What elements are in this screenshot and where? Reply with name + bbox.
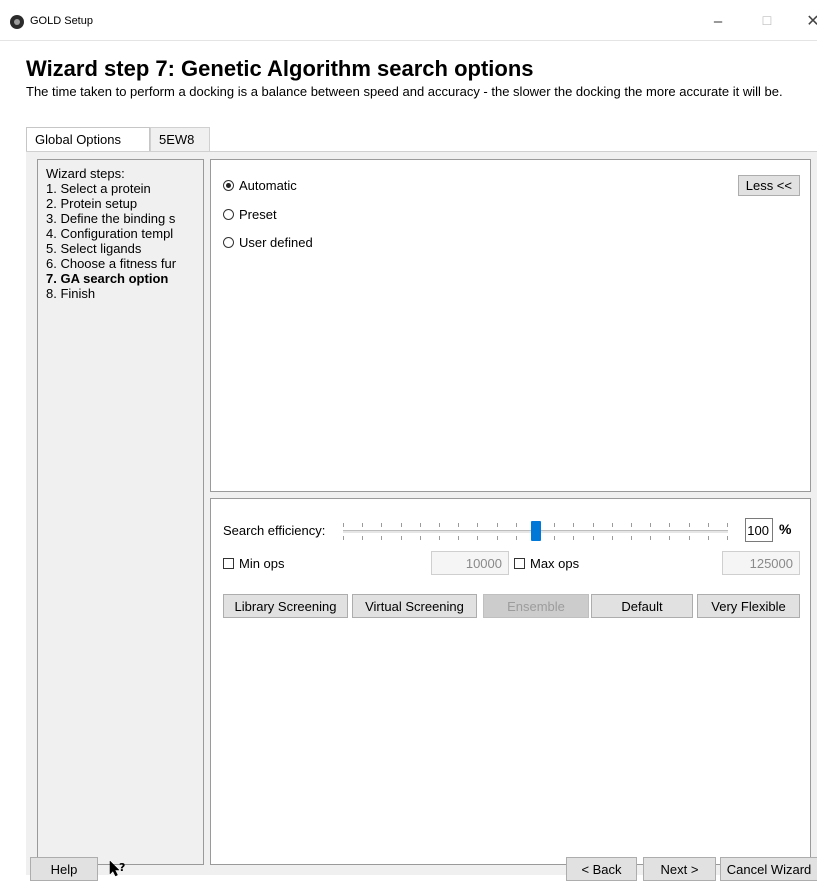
slider-tick xyxy=(650,523,651,527)
wizard-steps-heading: Wizard steps: xyxy=(46,166,125,181)
slider-tick xyxy=(573,536,574,540)
slider-tick xyxy=(708,523,709,527)
gold-app-icon xyxy=(10,15,24,29)
min-ops-label: Min ops xyxy=(239,555,285,571)
slider-tick xyxy=(343,523,344,527)
slider-tick xyxy=(612,536,613,540)
ga-options-panel: Automatic Preset User defined Less << xyxy=(210,159,811,492)
slider-tick xyxy=(554,523,555,527)
slider-tick xyxy=(362,536,363,540)
min-ops-checkbox[interactable]: Min ops xyxy=(223,554,285,572)
radio-user-defined-label: User defined xyxy=(239,234,313,250)
wizard-step-6: 6. Choose a fitness fur xyxy=(46,256,177,271)
slider-tick xyxy=(381,523,382,527)
window-title: GOLD Setup xyxy=(30,15,93,27)
slider-tick xyxy=(497,523,498,527)
slider-tick xyxy=(343,536,344,540)
wizard-step-1: 1. Select a protein xyxy=(46,181,151,196)
slider-tick xyxy=(727,536,728,540)
radio-checked-icon xyxy=(223,179,234,191)
slider-tick xyxy=(381,536,382,540)
slider-tick xyxy=(650,536,651,540)
slider-tick xyxy=(612,523,613,527)
wizard-step-7-current: 7. GA search option xyxy=(46,271,169,286)
wizard-step-5: 5. Select ligands xyxy=(46,241,142,256)
tab-5ew8[interactable]: 5EW8 xyxy=(150,127,210,151)
radio-user-defined[interactable]: User defined xyxy=(223,233,313,251)
slider-tick xyxy=(669,536,670,540)
search-efficiency-panel: Search efficiency: 100 % Min ops 10000 M… xyxy=(210,498,811,865)
slider-tick xyxy=(458,523,459,527)
next-button[interactable]: Next > xyxy=(643,857,716,881)
max-ops-label: Max ops xyxy=(530,555,580,571)
default-button[interactable]: Default xyxy=(591,594,693,618)
slider-tick xyxy=(631,523,632,527)
close-button[interactable]: ✕ xyxy=(798,9,817,33)
back-button[interactable]: < Back xyxy=(566,857,637,881)
slider-tick xyxy=(689,536,690,540)
wizard-step-3: 3. Define the binding s xyxy=(46,211,176,226)
min-ops-field[interactable]: 10000 xyxy=(431,551,509,575)
slider-tick xyxy=(439,523,440,527)
checkbox-icon xyxy=(514,557,525,569)
slider-tick xyxy=(516,523,517,527)
wizard-description: The time taken to perform a docking is a… xyxy=(26,84,783,99)
svg-text:?: ? xyxy=(119,861,125,874)
max-ops-checkbox[interactable]: Max ops xyxy=(514,554,579,572)
radio-unchecked-icon xyxy=(223,208,234,220)
ensemble-button-disabled: Ensemble xyxy=(483,594,589,618)
help-button[interactable]: Help xyxy=(30,857,98,881)
slider-tick xyxy=(401,536,402,540)
slider-tick xyxy=(727,523,728,527)
slider-tick xyxy=(477,536,478,540)
wizard-step-4: 4. Configuration templ xyxy=(46,226,174,241)
very-flexible-button[interactable]: Very Flexible xyxy=(697,594,800,618)
slider-tick xyxy=(420,523,421,527)
slider-tick xyxy=(401,523,402,527)
slider-tick xyxy=(593,536,594,540)
wizard-step-8: 8. Finish xyxy=(46,286,96,301)
wizard-header: Wizard step 7: Genetic Algorithm search … xyxy=(26,55,816,99)
slider-tick xyxy=(554,536,555,540)
slider-tick xyxy=(497,536,498,540)
max-ops-field[interactable]: 125000 xyxy=(722,551,800,575)
slider-tick xyxy=(631,536,632,540)
radio-unchecked-icon xyxy=(223,236,234,248)
search-efficiency-slider[interactable] xyxy=(343,511,728,547)
cancel-wizard-button[interactable]: Cancel Wizard xyxy=(720,857,817,881)
search-efficiency-input[interactable]: 100 xyxy=(745,518,773,542)
maximize-button[interactable]: ☐ xyxy=(752,9,782,33)
slider-tick xyxy=(708,536,709,540)
search-efficiency-label: Search efficiency: xyxy=(223,523,326,538)
library-screening-button[interactable]: Library Screening xyxy=(223,594,348,618)
slider-tick xyxy=(439,536,440,540)
slider-tick xyxy=(593,523,594,527)
slider-tick xyxy=(669,523,670,527)
virtual-screening-button[interactable]: Virtual Screening xyxy=(352,594,477,618)
wizard-step-2: 2. Protein setup xyxy=(46,196,138,211)
slider-tick xyxy=(362,523,363,527)
checkbox-icon xyxy=(223,557,234,569)
radio-preset-label: Preset xyxy=(239,206,277,222)
less-button[interactable]: Less << xyxy=(737,175,800,196)
wizard-title: Wizard step 7: Genetic Algorithm search … xyxy=(26,56,534,81)
slider-tick xyxy=(516,536,517,540)
percent-sign: % xyxy=(779,521,792,537)
slider-tick xyxy=(573,523,574,527)
whats-this-icon[interactable]: ? xyxy=(107,858,129,880)
slider-tick xyxy=(420,536,421,540)
tab-global-options[interactable]: Global Options xyxy=(26,127,150,152)
radio-preset[interactable]: Preset xyxy=(223,205,277,223)
radio-automatic-label: Automatic xyxy=(239,177,297,193)
wizard-steps-panel: Wizard steps: 1. Select a protein 2. Pro… xyxy=(37,159,204,865)
radio-automatic[interactable]: Automatic xyxy=(223,176,297,194)
slider-tick xyxy=(458,536,459,540)
minimize-button[interactable]: – xyxy=(703,9,733,33)
slider-tick xyxy=(689,523,690,527)
slider-tick xyxy=(477,523,478,527)
slider-thumb[interactable] xyxy=(531,521,541,541)
window-titlebar: GOLD Setup – ☐ ✕ xyxy=(0,0,817,41)
